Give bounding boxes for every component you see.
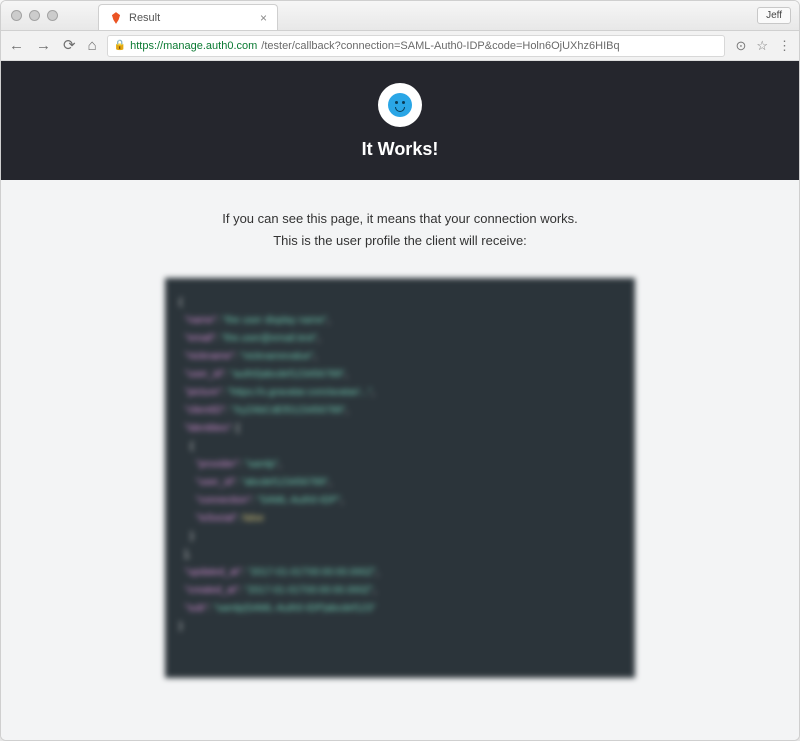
profile-code-block: { "name": "the user display name", "emai… [165, 278, 635, 678]
reload-icon[interactable]: ⟳ [63, 38, 76, 53]
window-controls [1, 10, 58, 21]
hero: It Works! [1, 61, 799, 180]
back-icon[interactable]: ← [9, 38, 24, 53]
close-window-button[interactable] [11, 10, 22, 21]
content-line-2: This is the user profile the client will… [41, 230, 759, 252]
hero-title: It Works! [1, 139, 799, 160]
maximize-window-button[interactable] [47, 10, 58, 21]
search-icon[interactable]: ⊙ [735, 38, 746, 54]
titlebar: Result × Jeff [1, 1, 799, 31]
cta-section: TAKE ME TO THE DASHBOARD [1, 718, 799, 740]
url-bar[interactable]: 🔒 https://manage.auth0.com/tester/callba… [107, 35, 726, 57]
url-host: https://manage.auth0.com [130, 40, 257, 52]
lock-icon: 🔒 [114, 40, 126, 51]
addr-right-icons: ⊙ ☆ ⋮ [735, 38, 791, 54]
page-content: It Works! If you can see this page, it m… [1, 61, 799, 740]
tab-title: Result [129, 12, 254, 24]
content-section: If you can see this page, it means that … [1, 180, 799, 718]
close-tab-icon[interactable]: × [260, 11, 267, 25]
kebab-menu-icon[interactable]: ⋮ [778, 38, 791, 54]
nav-controls: ← → ⟳ ⌂ [9, 38, 97, 53]
profile-chip[interactable]: Jeff [757, 7, 791, 24]
avatar [378, 83, 422, 127]
browser-window: Result × Jeff ← → ⟳ ⌂ 🔒 https://manage.a… [0, 0, 800, 741]
auth0-favicon-icon [109, 11, 123, 25]
browser-tab[interactable]: Result × [98, 4, 278, 30]
content-line-1: If you can see this page, it means that … [41, 208, 759, 230]
address-bar-row: ← → ⟳ ⌂ 🔒 https://manage.auth0.com/teste… [1, 31, 799, 61]
forward-icon[interactable]: → [36, 38, 51, 53]
star-icon[interactable]: ☆ [756, 38, 768, 54]
minimize-window-button[interactable] [29, 10, 40, 21]
home-icon[interactable]: ⌂ [88, 38, 97, 53]
url-path: /tester/callback?connection=SAML-Auth0-I… [261, 40, 619, 52]
smiley-icon [388, 93, 412, 117]
